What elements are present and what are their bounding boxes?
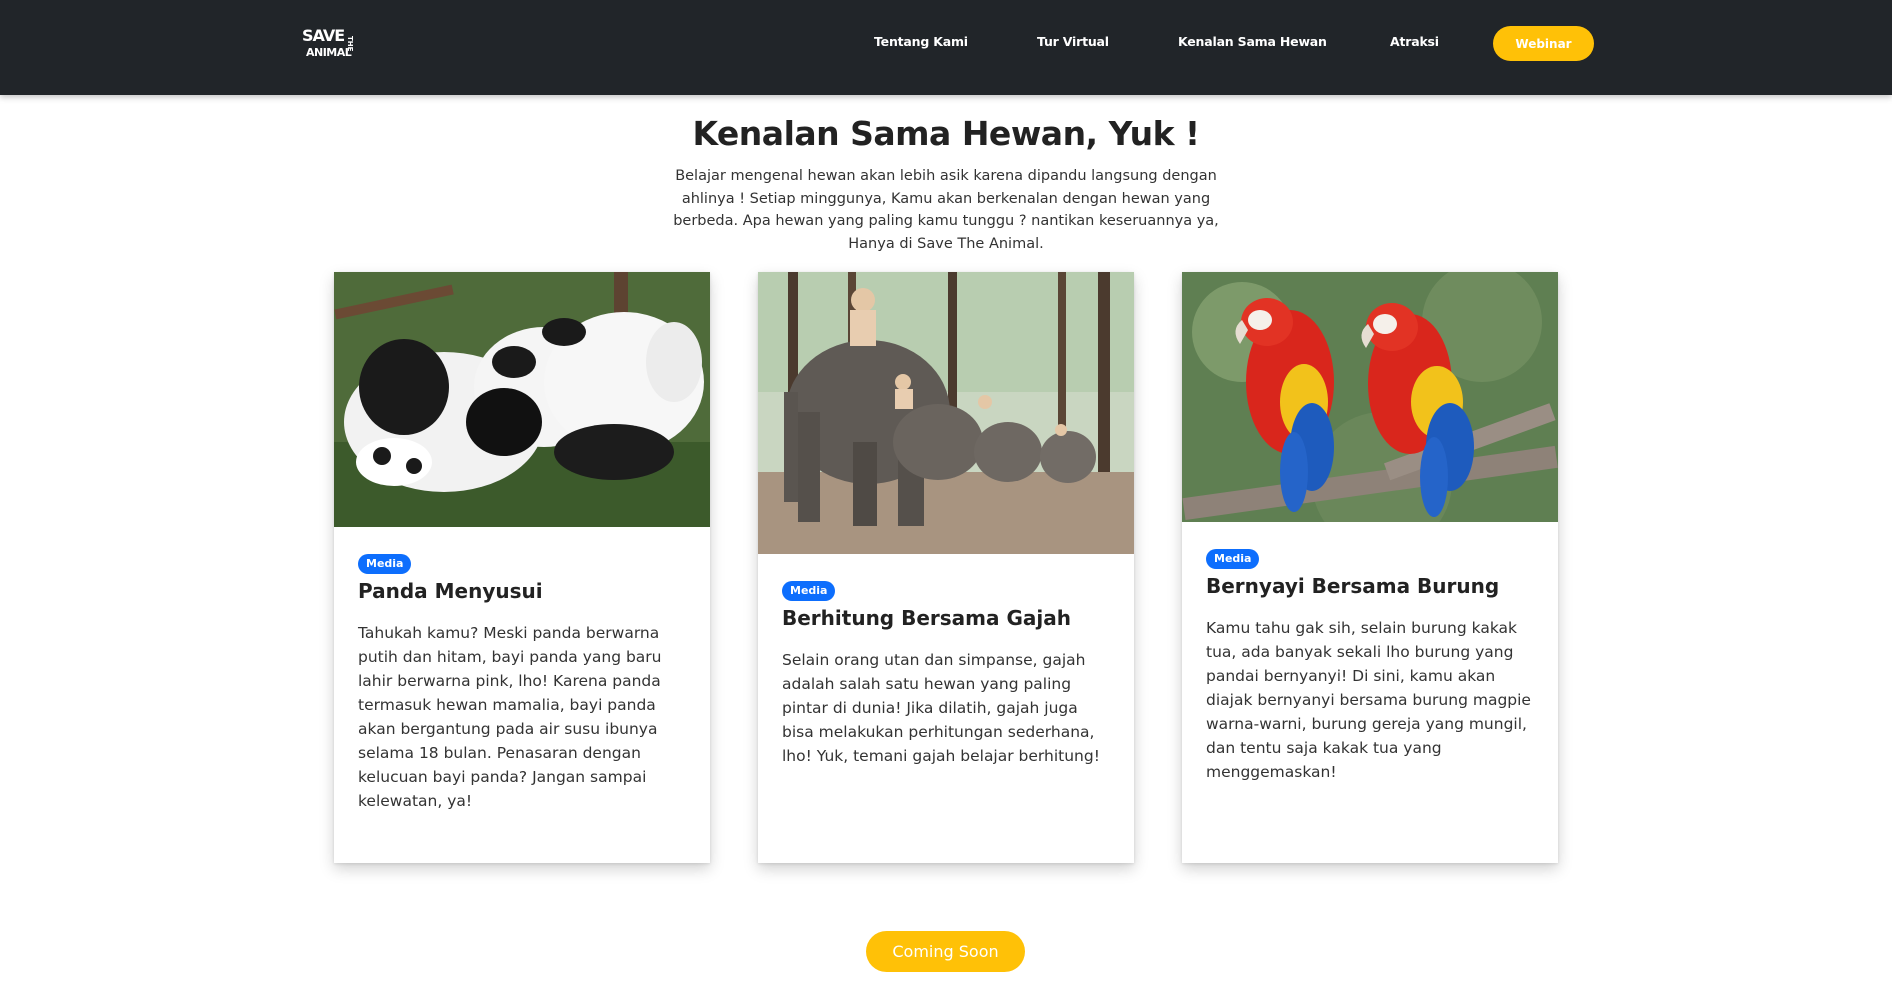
parrot-image [1182,272,1558,522]
save-the-animal-logo[interactable]: SAVE THE ANIMAL [302,26,364,60]
webinar-button[interactable]: Webinar [1493,26,1594,61]
nav-link-tentang-kami[interactable]: Tentang Kami [874,34,968,49]
card-title: Bernyayi Bersama Burung [1206,574,1500,598]
card-title: Berhitung Bersama Gajah [782,606,1071,630]
card-gajah: Media Berhitung Bersama Gajah Selain ora… [758,272,1134,863]
card-text: Kamu tahu gak sih, selain burung kakak t… [1206,619,1531,781]
nav-link-tur-virtual[interactable]: Tur Virtual [1037,34,1109,49]
intro-text: Belajar mengenal hewan akan lebih asik k… [673,168,1219,252]
elephant-image [758,272,1134,554]
card-title: Panda Menyusui [358,579,543,603]
media-badge: Media [782,581,836,601]
navbar: SAVE THE ANIMAL Tentang Kami Tur Virtual… [0,0,1892,95]
media-badge: Media [358,554,412,574]
nav-link-atraksi[interactable]: Atraksi [1390,34,1439,49]
media-badge: Media [1206,549,1260,569]
page-title: Kenalan Sama Hewan, Yuk ! [692,114,1200,153]
card-text: Tahukah kamu? Meski panda berwarna putih… [358,624,662,810]
coming-soon-button[interactable]: Coming Soon [866,931,1025,972]
logo-line-animal: ANIMAL [306,46,352,59]
panda-image [334,272,710,527]
nav-link-kenalan-sama-hewan[interactable]: Kenalan Sama Hewan [1178,34,1327,49]
card-text: Selain orang utan dan simpanse, gajah ad… [782,651,1100,765]
card-panda: Media Panda Menyusui Tahukah kamu? Meski… [334,272,710,863]
logo-line-save: SAVE [302,26,344,45]
card-burung: Media Bernyayi Bersama Burung Kamu tahu … [1182,272,1558,863]
